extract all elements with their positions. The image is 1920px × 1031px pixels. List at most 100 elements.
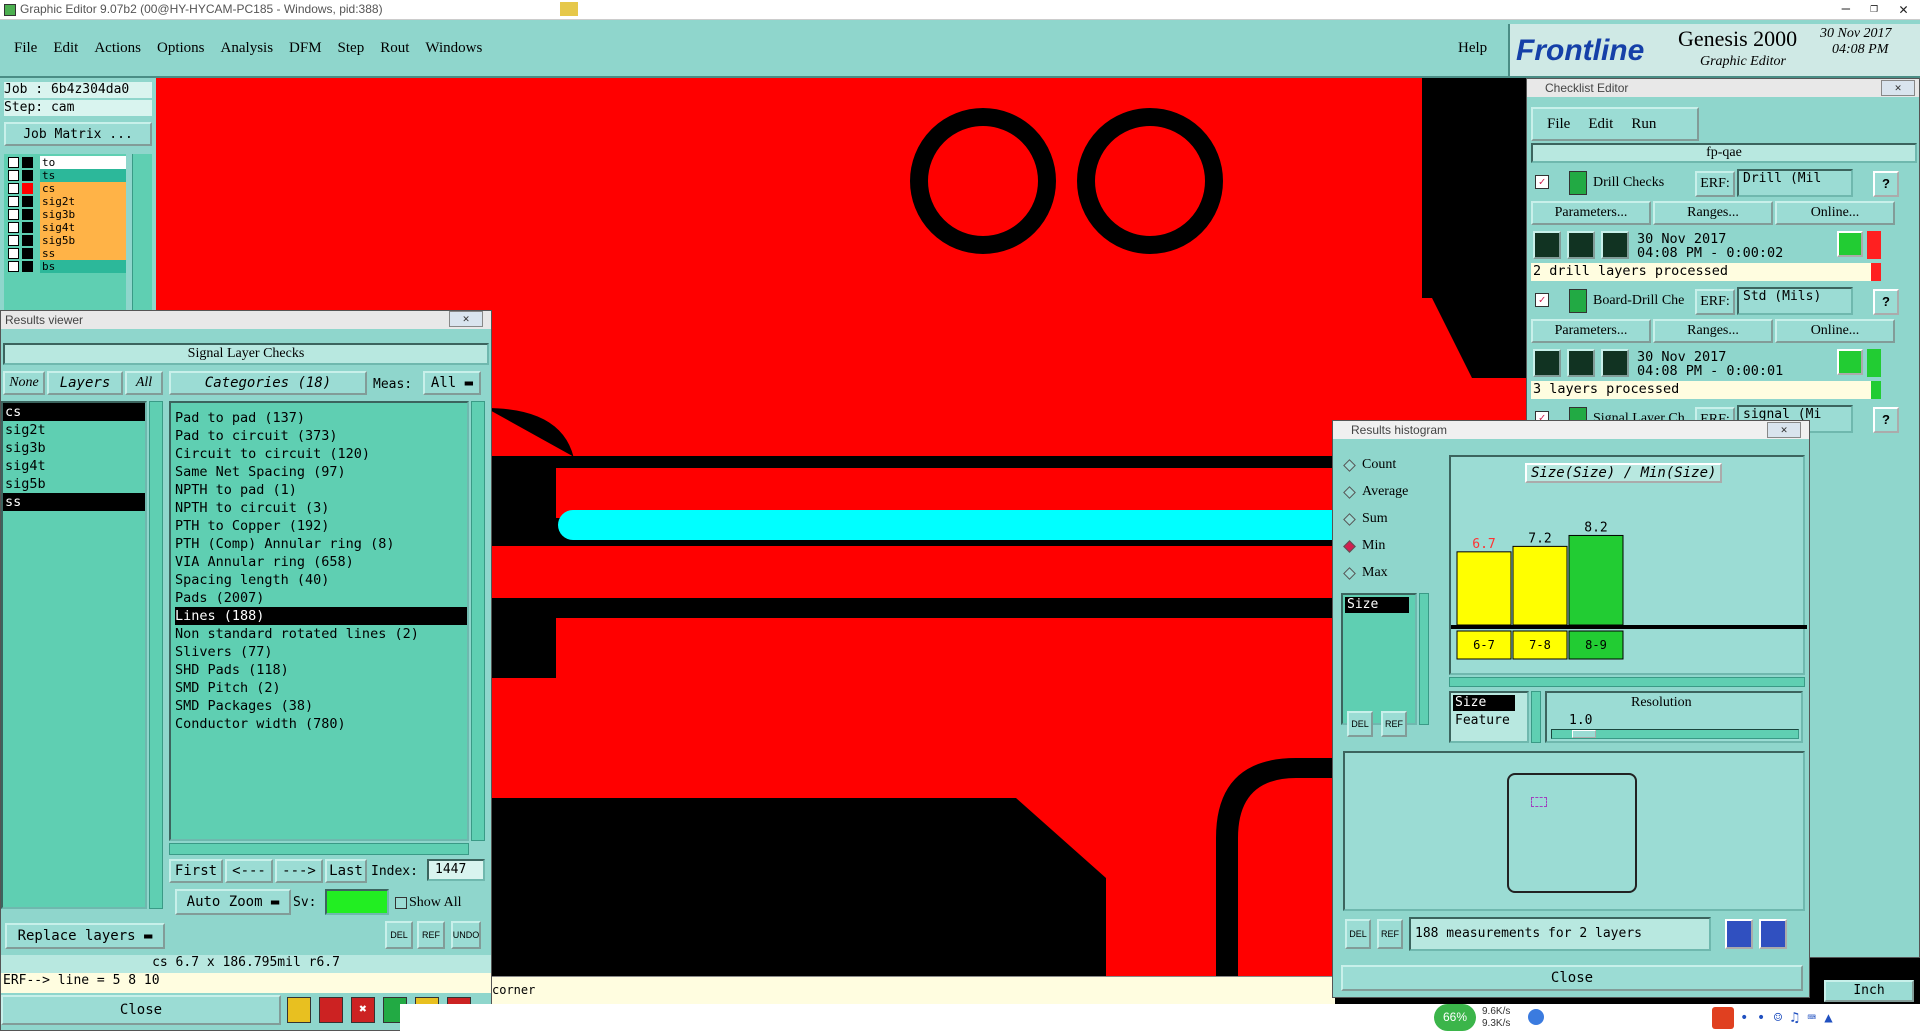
ref-button[interactable]: REF: [417, 921, 445, 949]
ime-icon[interactable]: [1712, 1007, 1734, 1029]
preview-del-button[interactable]: DEL: [1345, 919, 1371, 949]
menu-options[interactable]: Options: [157, 40, 205, 57]
undo-button[interactable]: UNDO: [451, 921, 481, 949]
last-button[interactable]: Last: [325, 859, 367, 883]
parameters-button[interactable]: Parameters...: [1531, 201, 1651, 225]
zoom-icon[interactable]: [1837, 349, 1863, 375]
category-item[interactable]: Non standard rotated lines (2): [175, 625, 467, 643]
layer-checkbox[interactable]: [8, 170, 19, 181]
all-button[interactable]: All: [125, 371, 163, 395]
layer-name[interactable]: sig5b: [40, 234, 126, 247]
checklist-menu-run[interactable]: Run: [1631, 116, 1656, 133]
del-button[interactable]: DEL: [385, 921, 413, 949]
record-icon[interactable]: [319, 997, 343, 1023]
categories-tab[interactable]: Categories (18): [169, 371, 367, 395]
category-item[interactable]: SMD Packages (38): [175, 697, 467, 715]
help-icon[interactable]: ?: [1873, 407, 1899, 433]
histogram-bar[interactable]: [1512, 545, 1568, 626]
cancel-icon[interactable]: ✖: [351, 997, 375, 1023]
mode-radio-max[interactable]: Max: [1341, 563, 1388, 583]
network-gauge[interactable]: 66%: [1434, 1004, 1476, 1031]
category-item[interactable]: Slivers (77): [175, 643, 467, 661]
check-enable-checkbox[interactable]: ✓: [1535, 293, 1549, 307]
menu-windows[interactable]: Windows: [425, 40, 482, 57]
run-step-icon[interactable]: [1601, 231, 1629, 259]
menu-rout[interactable]: Rout: [380, 40, 409, 57]
menu-dfm[interactable]: DFM: [289, 40, 322, 57]
result-layer-item[interactable]: sig5b: [3, 475, 145, 493]
add-icon[interactable]: [1528, 1009, 1544, 1025]
none-button[interactable]: None: [3, 371, 45, 395]
run-step-icon[interactable]: [1533, 231, 1561, 259]
histogram-ref-button[interactable]: REF: [1381, 711, 1407, 737]
category-item[interactable]: Pad to pad (137): [175, 409, 467, 427]
online-button[interactable]: Online...: [1775, 319, 1895, 343]
category-item[interactable]: Pads (2007): [175, 589, 467, 607]
layer-row[interactable]: ts: [4, 169, 126, 182]
histogram-close-button[interactable]: Close: [1341, 965, 1803, 991]
layer-name[interactable]: bs: [40, 260, 126, 273]
layer-name[interactable]: sig3b: [40, 208, 126, 221]
help-icon[interactable]: ?: [1873, 289, 1899, 315]
category-scrollbar[interactable]: [471, 401, 485, 841]
check-name[interactable]: Board-Drill Che: [1593, 293, 1695, 311]
field-list-scrollbar[interactable]: [1419, 593, 1429, 725]
layer-checkbox[interactable]: [8, 261, 19, 272]
tray-icons[interactable]: • • ☺ ♫ ⌨ ▲: [1740, 1010, 1833, 1026]
erf-value[interactable]: Std (Mils): [1737, 287, 1853, 315]
checklist-close-icon[interactable]: ✕: [1881, 80, 1915, 96]
resolution-slider[interactable]: [1551, 729, 1799, 739]
result-layer-item[interactable]: cs: [3, 403, 145, 421]
layer-toolbar-icon[interactable]: [287, 997, 311, 1023]
size-field-item[interactable]: Size: [1345, 597, 1409, 613]
layer-list-scrollbar[interactable]: [149, 401, 163, 909]
category-item[interactable]: Conductor width (780): [175, 715, 467, 733]
result-layer-item[interactable]: ss: [3, 493, 145, 511]
key-size-item[interactable]: Size: [1453, 695, 1515, 711]
layer-row[interactable]: sig2t: [4, 195, 126, 208]
histogram-bar[interactable]: [1456, 551, 1512, 626]
run-step-icon[interactable]: [1567, 231, 1595, 259]
parameters-button[interactable]: Parameters...: [1531, 319, 1651, 343]
layer-name[interactable]: to: [40, 156, 126, 169]
menu-help[interactable]: Help: [1458, 40, 1487, 57]
key-list-scrollbar[interactable]: [1531, 691, 1541, 743]
layer-scrollbar[interactable]: [132, 154, 152, 310]
menu-edit[interactable]: Edit: [53, 40, 78, 57]
category-item[interactable]: SHD Pads (118): [175, 661, 467, 679]
layer-row[interactable]: bs: [4, 260, 126, 273]
layer-row[interactable]: to: [4, 156, 126, 169]
category-item[interactable]: Lines (188): [175, 607, 467, 625]
category-hscrollbar[interactable]: [169, 843, 469, 855]
category-item[interactable]: Circuit to circuit (120): [175, 445, 467, 463]
result-layer-item[interactable]: sig2t: [3, 421, 145, 439]
layer-name[interactable]: sig2t: [40, 195, 126, 208]
layers-tab[interactable]: Layers: [47, 371, 123, 395]
run-step-icon[interactable]: [1567, 349, 1595, 377]
results-close-icon[interactable]: ✕: [449, 311, 483, 327]
category-item[interactable]: PTH (Comp) Annular ring (8): [175, 535, 467, 553]
key-feature-item[interactable]: Feature: [1455, 713, 1527, 728]
category-item[interactable]: Same Net Spacing (97): [175, 463, 467, 481]
next-button[interactable]: --->: [275, 859, 323, 883]
checklist-menu-file[interactable]: File: [1547, 116, 1570, 133]
check-name[interactable]: Drill Checks: [1593, 175, 1695, 193]
auto-zoom-dropdown[interactable]: Auto Zoom ▬: [175, 889, 291, 915]
layer-checkbox[interactable]: [8, 196, 19, 207]
check-enable-checkbox[interactable]: ✓: [1535, 175, 1549, 189]
index-input[interactable]: 1447: [427, 859, 485, 881]
category-item[interactable]: Pad to circuit (373): [175, 427, 467, 445]
erf-value[interactable]: Drill (Mil: [1737, 169, 1853, 197]
layer-row[interactable]: sig4t: [4, 221, 126, 234]
layer-name[interactable]: cs: [40, 182, 126, 195]
menu-analysis[interactable]: Analysis: [221, 40, 274, 57]
show-all-checkbox[interactable]: [395, 897, 407, 909]
layer-row[interactable]: cs: [4, 182, 126, 195]
maximize-icon[interactable]: ❐: [1870, 1, 1878, 16]
report-table-icon[interactable]: [1759, 919, 1787, 949]
mode-radio-min[interactable]: Min: [1341, 536, 1385, 556]
layer-checkbox[interactable]: [8, 222, 19, 233]
histogram-hscrollbar[interactable]: [1449, 677, 1805, 687]
run-step-icon[interactable]: [1533, 349, 1561, 377]
first-button[interactable]: First: [169, 859, 223, 883]
